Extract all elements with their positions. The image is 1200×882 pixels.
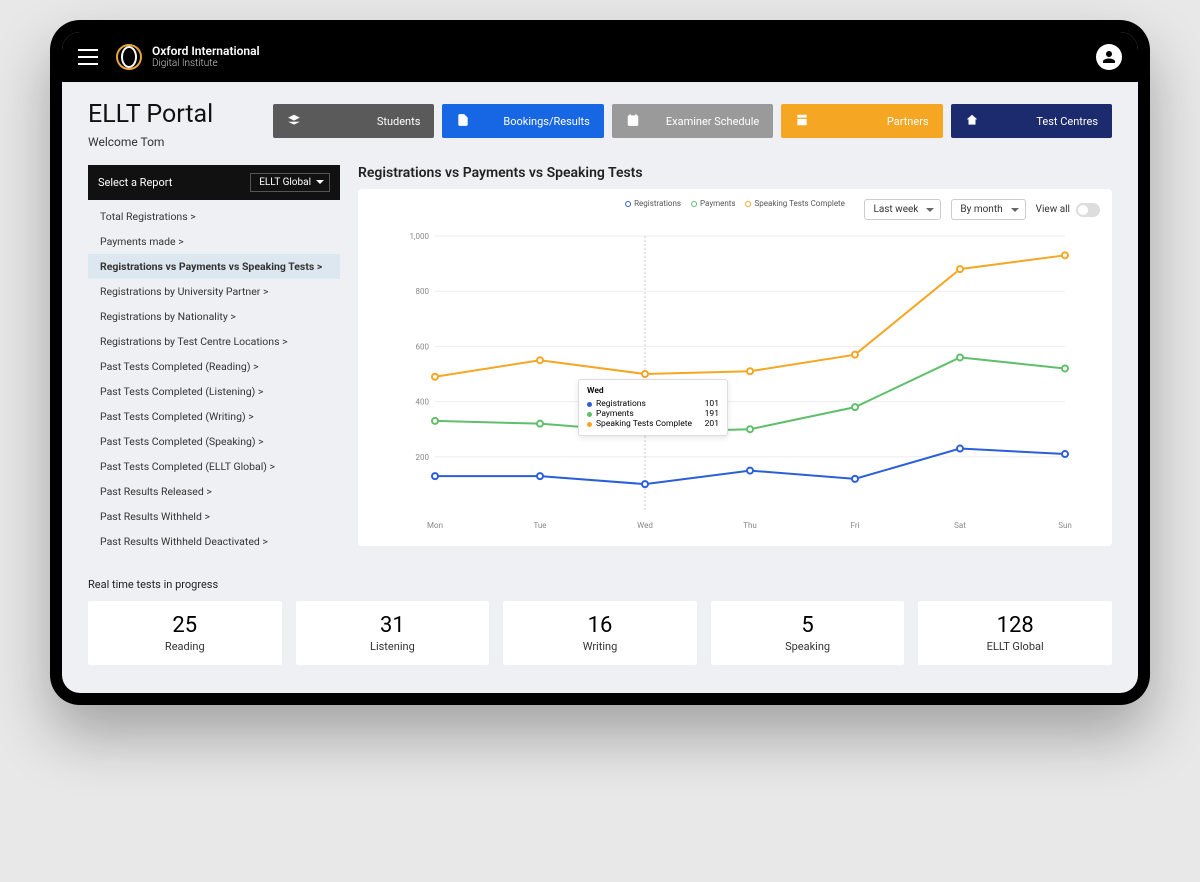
nav-tab-label: Examiner Schedule: [666, 115, 759, 128]
stat-label: Reading: [94, 640, 276, 653]
nav-tab-label: Bookings/Results: [503, 115, 589, 128]
nav-tab-partners[interactable]: Partners: [781, 104, 942, 138]
nav-tab-label: Partners: [887, 115, 929, 128]
sidebar-item[interactable]: Past Results Withheld >: [88, 504, 340, 529]
stat-number: 128: [924, 613, 1106, 638]
svg-text:Fri: Fri: [851, 521, 860, 530]
tooltip-title: Wed: [587, 386, 719, 396]
legend-item: Registrations: [625, 199, 681, 208]
menu-icon[interactable]: [78, 49, 98, 65]
chart-tooltip: Wed Registrations101Payments191Speaking …: [578, 379, 728, 436]
account-icon[interactable]: [1096, 44, 1122, 70]
viewall-toggle[interactable]: [1076, 203, 1100, 217]
sidebar-item[interactable]: Past Tests Completed (Speaking) >: [88, 429, 340, 454]
nav-tab-icon: [456, 113, 470, 130]
sidebar-item[interactable]: Registrations by University Partner >: [88, 279, 340, 304]
nav-tab-test-centres[interactable]: Test Centres: [951, 104, 1112, 138]
sidebar-item[interactable]: Registrations by Test Centre Locations >: [88, 329, 340, 354]
page-title: ELLT Portal: [88, 100, 253, 129]
svg-text:1,000: 1,000: [409, 232, 429, 241]
svg-text:Sun: Sun: [1058, 521, 1072, 530]
topbar: Oxford International Digital Institute: [62, 32, 1138, 82]
stat-number: 5: [717, 613, 899, 638]
sidebar-item[interactable]: Total Registrations >: [88, 204, 340, 229]
sidebar-item[interactable]: Past Results Withheld Deactivated >: [88, 529, 340, 554]
range-select[interactable]: Last week: [864, 199, 941, 220]
sidebar-item[interactable]: Past Tests Completed (Writing) >: [88, 404, 340, 429]
nav-tab-icon: [626, 113, 640, 130]
sidebar-item[interactable]: Registrations vs Payments vs Speaking Te…: [88, 254, 340, 279]
stat-card: 16 Writing: [503, 601, 697, 665]
nav-tab-label: Test Centres: [1036, 115, 1098, 128]
sidebar-item[interactable]: Past Results Released >: [88, 479, 340, 504]
stat-card: 25 Reading: [88, 601, 282, 665]
stat-card: 5 Speaking: [711, 601, 905, 665]
brand-logo: Oxford International Digital Institute: [116, 44, 260, 70]
stat-label: ELLT Global: [924, 640, 1106, 653]
nav-tab-label: Students: [377, 115, 421, 128]
welcome-text: Welcome Tom: [88, 135, 253, 149]
stat-number: 31: [302, 613, 484, 638]
nav-tab-icon: [965, 113, 979, 130]
brand-line1: Oxford International: [152, 45, 260, 58]
svg-text:Mon: Mon: [427, 521, 443, 530]
svg-text:Sat: Sat: [954, 521, 966, 530]
group-select[interactable]: By month: [951, 199, 1025, 220]
nav-tab-students[interactable]: Students: [273, 104, 434, 138]
stat-label: Writing: [509, 640, 691, 653]
stat-number: 16: [509, 613, 691, 638]
nav-tab-icon: [287, 113, 301, 130]
stats-title: Real time tests in progress: [88, 578, 1112, 591]
svg-text:200: 200: [416, 453, 430, 462]
sidebar-item[interactable]: Past Tests Completed (Reading) >: [88, 354, 340, 379]
sidebar-item[interactable]: Past Tests Completed (Listening) >: [88, 379, 340, 404]
nav-tab-bookings-results[interactable]: Bookings/Results: [442, 104, 603, 138]
stat-card: 128 ELLT Global: [918, 601, 1112, 665]
tooltip-row: Registrations101: [587, 399, 719, 409]
brand-line2: Digital Institute: [152, 58, 260, 69]
nav-tab-examiner-schedule[interactable]: Examiner Schedule: [612, 104, 773, 138]
stat-card: 31 Listening: [296, 601, 490, 665]
svg-text:Tue: Tue: [533, 521, 546, 530]
legend-item: Speaking Tests Complete: [746, 199, 845, 208]
sidebar-item[interactable]: Payments made >: [88, 229, 340, 254]
sidebar-item[interactable]: Past Tests Completed (ELLT Global) >: [88, 454, 340, 479]
report-sidebar: Select a Report ELLT Global Total Regist…: [88, 165, 340, 558]
tooltip-row: Payments191: [587, 409, 719, 419]
report-scope-select[interactable]: ELLT Global: [250, 173, 330, 192]
stat-number: 25: [94, 613, 276, 638]
svg-text:Thu: Thu: [743, 521, 757, 530]
stat-label: Listening: [302, 640, 484, 653]
nav-tab-icon: [795, 113, 809, 130]
svg-text:800: 800: [416, 287, 430, 296]
sidebar-item[interactable]: Registrations by Nationality >: [88, 304, 340, 329]
svg-text:400: 400: [416, 398, 430, 407]
viewall-label: View all: [1036, 204, 1070, 215]
stat-label: Speaking: [717, 640, 899, 653]
tooltip-row: Speaking Tests Complete201: [587, 419, 719, 429]
line-chart: 200 400 600 800 1,000 Mon Tue Wed Thu Fri Sat Sun: [370, 226, 1100, 536]
legend-item: Payments: [691, 199, 736, 208]
chart-card: Registrations Payments Speaking Tests Comp…: [358, 189, 1112, 546]
svg-text:Wed: Wed: [637, 521, 653, 530]
sidebar-title: Select a Report: [98, 176, 172, 189]
chart-title: Registrations vs Payments vs Speaking Te…: [358, 165, 1112, 181]
logo-icon: [116, 44, 142, 70]
svg-text:600: 600: [416, 342, 430, 351]
